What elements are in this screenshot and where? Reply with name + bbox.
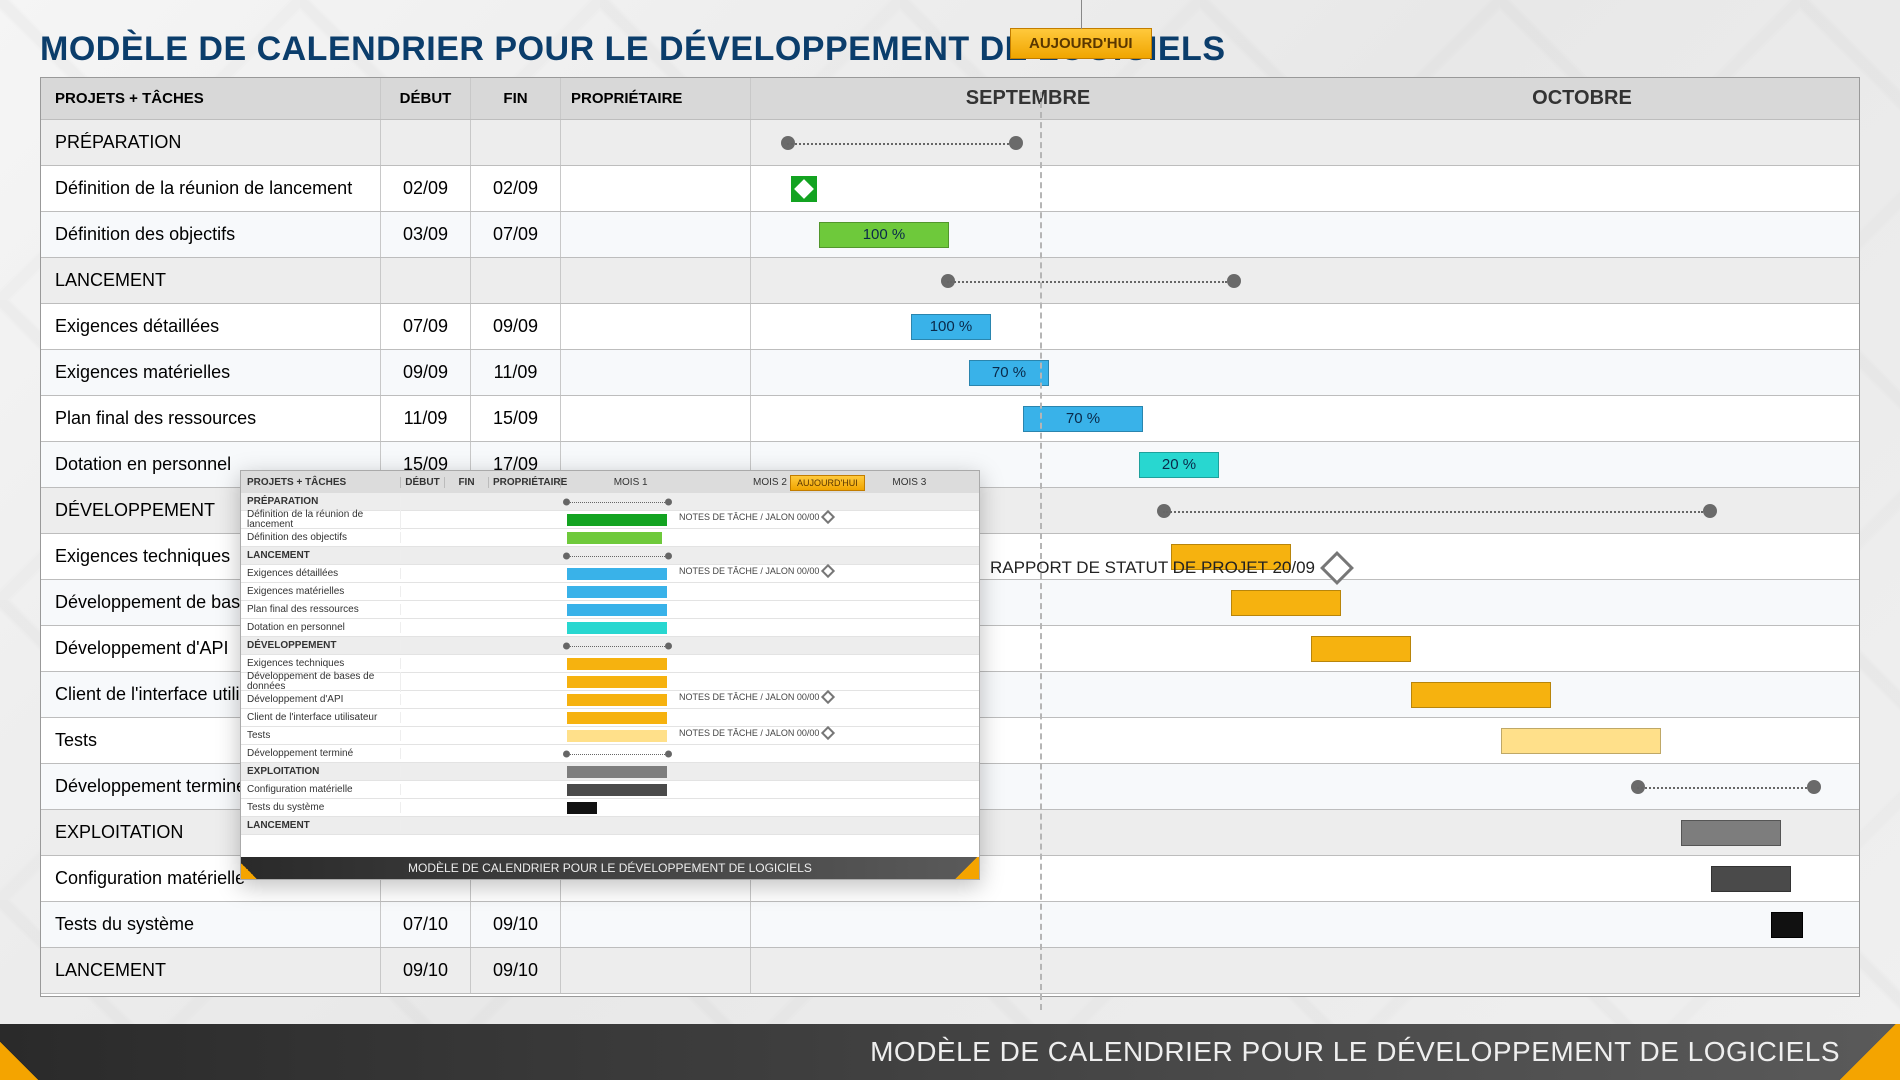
task-label: Plan final des ressources <box>41 396 381 441</box>
start-date: 07/09 <box>381 304 471 349</box>
table-header: PROJETS + TÂCHES DÉBUT FIN PROPRIÉTAIRE … <box>41 78 1859 120</box>
progress-bar <box>1311 636 1411 662</box>
status-note: RAPPORT DE STATUT DE PROJET 20/09 <box>990 556 1349 580</box>
end-date: 15/09 <box>471 396 561 441</box>
progress-bar: 100 % <box>819 222 949 248</box>
task-label: LANCEMENT <box>41 948 381 993</box>
mini-today-badge: AUJOURD'HUI <box>790 475 865 491</box>
table-row[interactable]: LANCEMENT <box>41 258 1859 304</box>
task-label: Définition des objectifs <box>41 212 381 257</box>
month-2: OCTOBRE <box>1305 87 1859 110</box>
footer-bar: MODÈLE DE CALENDRIER POUR LE DÉVELOPPEME… <box>0 1024 1900 1080</box>
task-label: Définition de la réunion de lancement <box>41 166 381 211</box>
start-date: 09/10 <box>381 948 471 993</box>
milestone-icon <box>791 176 817 202</box>
task-label: Exigences détaillées <box>41 304 381 349</box>
col-header-task: PROJETS + TÂCHES <box>41 78 381 119</box>
progress-bar <box>1231 590 1341 616</box>
task-label: Exigences matérielles <box>41 350 381 395</box>
milestone-diamond-icon <box>1320 551 1354 585</box>
table-row[interactable]: Tests du système 07/10 09/10 <box>41 902 1859 948</box>
mini-header: PROJETS + TÂCHES DÉBUT FIN PROPRIÉTAIRE … <box>241 471 979 493</box>
progress-bar: 100 % <box>911 314 991 340</box>
status-note-text: RAPPORT DE STATUT DE PROJET 20/09 <box>990 558 1315 578</box>
col-header-start: DÉBUT <box>381 78 471 119</box>
end-date: 09/10 <box>471 948 561 993</box>
table-row[interactable]: LANCEMENT 09/10 09/10 <box>41 948 1859 994</box>
progress-bar <box>1681 820 1781 846</box>
col-header-end: FIN <box>471 78 561 119</box>
start-date: 07/10 <box>381 902 471 947</box>
progress-bar <box>1411 682 1551 708</box>
progress-bar <box>1501 728 1661 754</box>
start-date: 03/09 <box>381 212 471 257</box>
mini-footer: MODÈLE DE CALENDRIER POUR LE DÉVELOPPEME… <box>241 857 979 879</box>
table-row[interactable]: Définition des objectifs 03/09 07/09 100… <box>41 212 1859 258</box>
progress-bar: 20 % <box>1139 452 1219 478</box>
progress-bar <box>1711 866 1791 892</box>
end-date: 09/10 <box>471 902 561 947</box>
gantt-cell <box>751 258 1859 303</box>
start-date: 11/09 <box>381 396 471 441</box>
footer-text: MODÈLE DE CALENDRIER POUR LE DÉVELOPPEME… <box>870 1036 1840 1068</box>
gantt-cell: 100 % <box>751 212 1859 257</box>
table-row[interactable]: Exigences matérielles 09/09 11/09 70 % <box>41 350 1859 396</box>
task-label: LANCEMENT <box>41 258 381 303</box>
end-date: 02/09 <box>471 166 561 211</box>
progress-bar: 70 % <box>1023 406 1143 432</box>
gantt-cell <box>751 166 1859 211</box>
page-title: MODÈLE DE CALENDRIER POUR LE DÉVELOPPEME… <box>40 30 1860 69</box>
progress-bar: 70 % <box>969 360 1049 386</box>
task-label: PRÉPARATION <box>41 120 381 165</box>
col-header-owner: PROPRIÉTAIRE <box>561 78 751 119</box>
progress-bar <box>1771 912 1803 938</box>
start-date: 02/09 <box>381 166 471 211</box>
end-date: 07/09 <box>471 212 561 257</box>
col-header-months: SEPTEMBRE OCTOBRE <box>751 78 1859 119</box>
table-row[interactable]: Définition de la réunion de lancement 02… <box>41 166 1859 212</box>
table-row[interactable]: Plan final des ressources 11/09 15/09 70… <box>41 396 1859 442</box>
table-row[interactable]: Exigences détaillées 07/09 09/09 100 % <box>41 304 1859 350</box>
table-row[interactable]: PRÉPARATION <box>41 120 1859 166</box>
task-label: Tests du système <box>41 902 381 947</box>
month-1: SEPTEMBRE <box>751 87 1305 110</box>
end-date: 09/09 <box>471 304 561 349</box>
mini-preview[interactable]: AUJOURD'HUI PROJETS + TÂCHES DÉBUT FIN P… <box>240 470 980 880</box>
today-badge: AUJOURD'HUI <box>1010 28 1152 59</box>
gantt-cell <box>751 120 1859 165</box>
end-date: 11/09 <box>471 350 561 395</box>
start-date: 09/09 <box>381 350 471 395</box>
